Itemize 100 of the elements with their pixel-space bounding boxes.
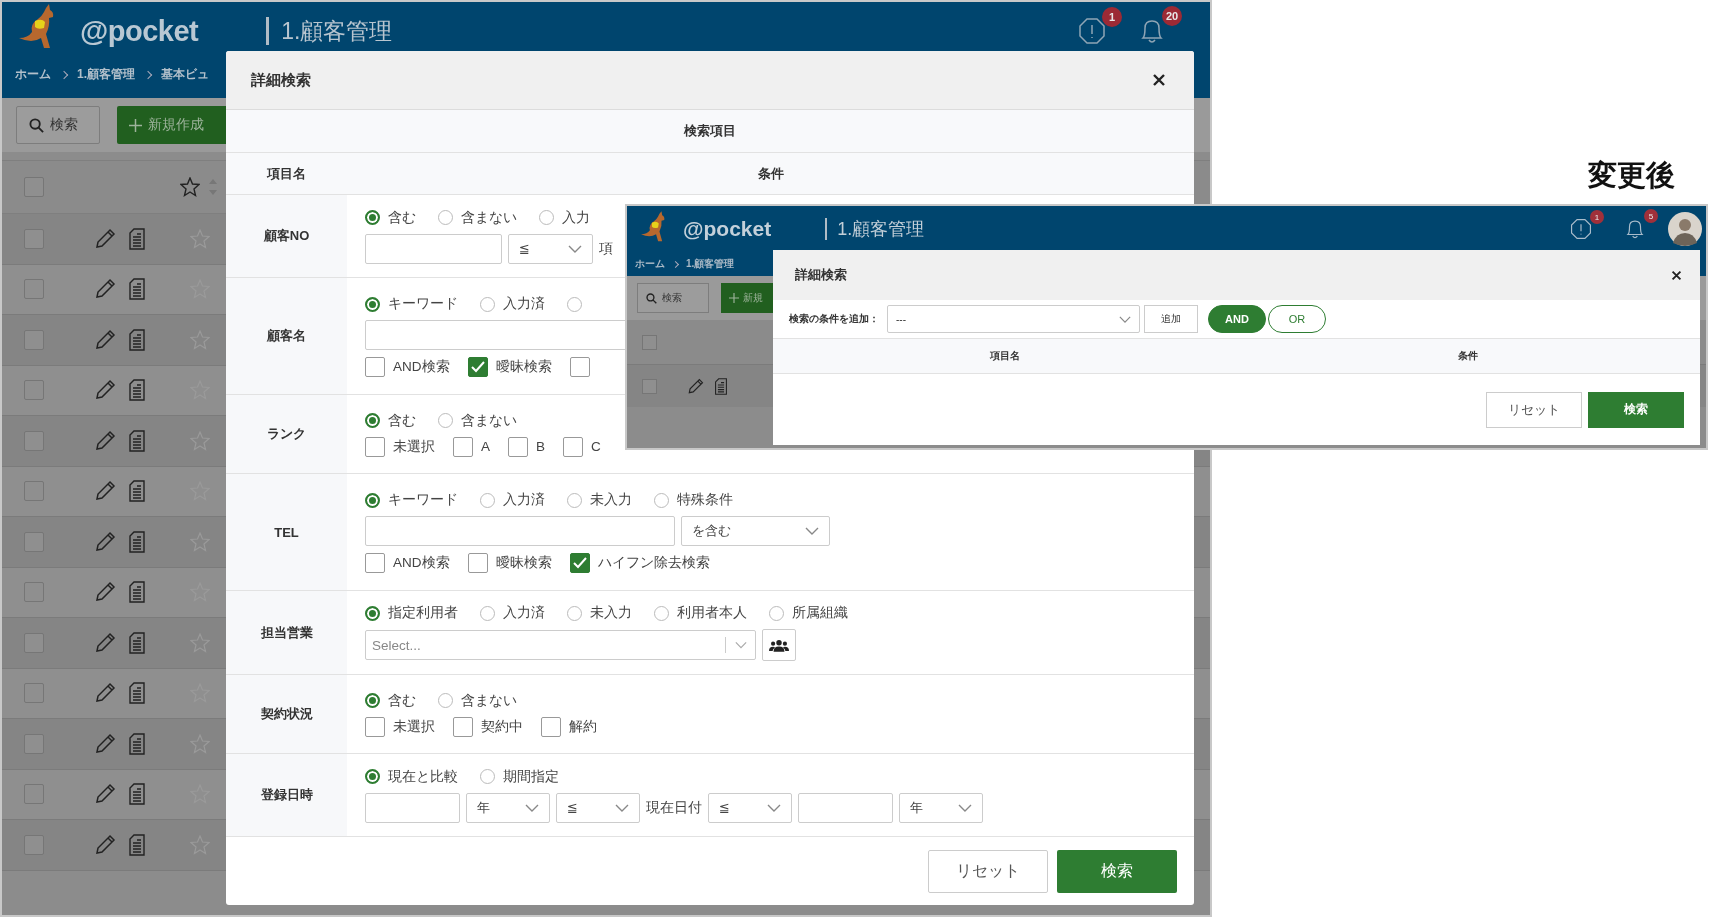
document-icon[interactable] (128, 732, 146, 755)
checkbox[interactable] (453, 716, 473, 737)
radio-button[interactable] (365, 296, 380, 312)
search-button[interactable]: 検索 (1057, 849, 1177, 893)
document-icon[interactable] (128, 581, 146, 604)
pencil-icon[interactable] (687, 377, 704, 395)
checkbox[interactable] (467, 357, 488, 377)
checkbox[interactable] (24, 632, 44, 653)
dropdown[interactable]: ≦ (508, 233, 593, 264)
checkbox[interactable] (365, 716, 385, 737)
search-button[interactable]: 検索 (637, 283, 709, 313)
pencil-icon[interactable] (94, 581, 116, 604)
star-icon[interactable] (180, 177, 200, 197)
checkbox[interactable] (569, 553, 590, 573)
radio-button[interactable] (654, 492, 669, 508)
checkbox[interactable] (24, 733, 44, 754)
avatar-icon[interactable] (1668, 212, 1702, 246)
document-icon[interactable] (128, 682, 146, 705)
dropdown[interactable]: 年 (899, 792, 983, 823)
radio-button[interactable] (365, 605, 380, 621)
checkbox[interactable] (24, 430, 44, 451)
close-icon[interactable] (1152, 73, 1166, 87)
checkbox[interactable] (24, 531, 44, 552)
text-field[interactable] (365, 792, 460, 823)
logic-toggle[interactable]: OR (1268, 305, 1326, 333)
radio-button[interactable] (567, 492, 582, 508)
document-icon[interactable] (128, 833, 146, 856)
reset-button[interactable]: リセット (1486, 391, 1582, 428)
checkbox[interactable] (642, 334, 657, 350)
checkbox[interactable] (467, 553, 488, 573)
checkbox[interactable] (24, 177, 44, 197)
text-field[interactable] (365, 516, 675, 546)
pencil-icon[interactable] (94, 278, 116, 301)
radio-button[interactable] (365, 413, 380, 428)
breadcrumb-link[interactable]: 基本ビュ (161, 66, 209, 83)
radio-button[interactable] (438, 693, 453, 708)
pencil-icon[interactable] (94, 783, 116, 806)
checkbox[interactable] (365, 357, 385, 377)
checkbox[interactable] (24, 279, 44, 300)
logic-toggle[interactable]: AND (1208, 305, 1266, 333)
pencil-icon[interactable] (94, 732, 116, 755)
reset-button[interactable]: リセット (928, 849, 1048, 893)
radio-button[interactable] (480, 492, 495, 508)
search-button[interactable]: 検索 (16, 106, 100, 144)
radio-button[interactable] (567, 296, 582, 312)
checkbox[interactable] (24, 380, 44, 401)
condition-dropdown[interactable]: --- (887, 305, 1140, 333)
search-button[interactable]: 検索 (1588, 391, 1684, 428)
checkbox[interactable] (508, 436, 528, 457)
alert-icon[interactable] (1078, 17, 1106, 45)
checkbox[interactable] (24, 481, 44, 502)
pencil-icon[interactable] (94, 328, 116, 351)
document-icon[interactable] (128, 631, 146, 654)
document-icon[interactable] (128, 328, 146, 351)
checkbox[interactable] (24, 834, 44, 855)
radio-button[interactable] (365, 693, 380, 708)
document-icon[interactable] (128, 278, 146, 301)
checkbox[interactable] (365, 436, 385, 457)
breadcrumb-link[interactable]: 1.顧客管理 (686, 257, 735, 271)
document-icon[interactable] (128, 429, 146, 452)
document-icon[interactable] (128, 227, 146, 250)
checkbox[interactable] (541, 716, 561, 737)
alert-icon[interactable] (1570, 218, 1592, 240)
checkbox[interactable] (24, 228, 44, 249)
radio-button[interactable] (480, 769, 495, 784)
checkbox[interactable] (453, 436, 473, 457)
document-icon[interactable] (128, 783, 146, 806)
radio-button[interactable] (567, 605, 582, 621)
radio-button[interactable] (365, 492, 380, 508)
text-field[interactable] (365, 320, 627, 350)
radio-button[interactable] (365, 769, 380, 784)
pencil-icon[interactable] (94, 833, 116, 856)
close-icon[interactable] (1671, 269, 1682, 281)
add-button[interactable]: 追加 (1144, 305, 1198, 333)
document-icon[interactable] (128, 530, 146, 553)
checkbox[interactable] (563, 436, 584, 457)
pencil-icon[interactable] (94, 631, 116, 654)
text-field[interactable] (798, 792, 893, 823)
user-select[interactable]: Select... (365, 630, 756, 660)
people-button[interactable] (762, 629, 796, 661)
radio-button[interactable] (480, 605, 495, 621)
document-icon[interactable] (128, 379, 146, 402)
text-field[interactable] (365, 233, 502, 264)
radio-button[interactable] (438, 413, 453, 428)
pencil-icon[interactable] (94, 429, 116, 452)
pencil-icon[interactable] (94, 227, 116, 250)
checkbox[interactable] (24, 582, 44, 603)
radio-button[interactable] (365, 210, 380, 225)
pencil-icon[interactable] (94, 480, 116, 503)
document-icon[interactable] (128, 480, 146, 503)
checkbox[interactable] (569, 357, 590, 377)
pencil-icon[interactable] (94, 682, 116, 705)
dropdown[interactable]: ≦ (556, 792, 640, 823)
checkbox[interactable] (24, 784, 44, 805)
checkbox[interactable] (365, 553, 385, 573)
breadcrumb-link[interactable]: 1.顧客管理 (77, 66, 135, 83)
checkbox[interactable] (24, 329, 44, 350)
dropdown[interactable]: を含む (681, 516, 830, 546)
checkbox[interactable] (24, 683, 44, 704)
checkbox[interactable] (642, 378, 657, 394)
